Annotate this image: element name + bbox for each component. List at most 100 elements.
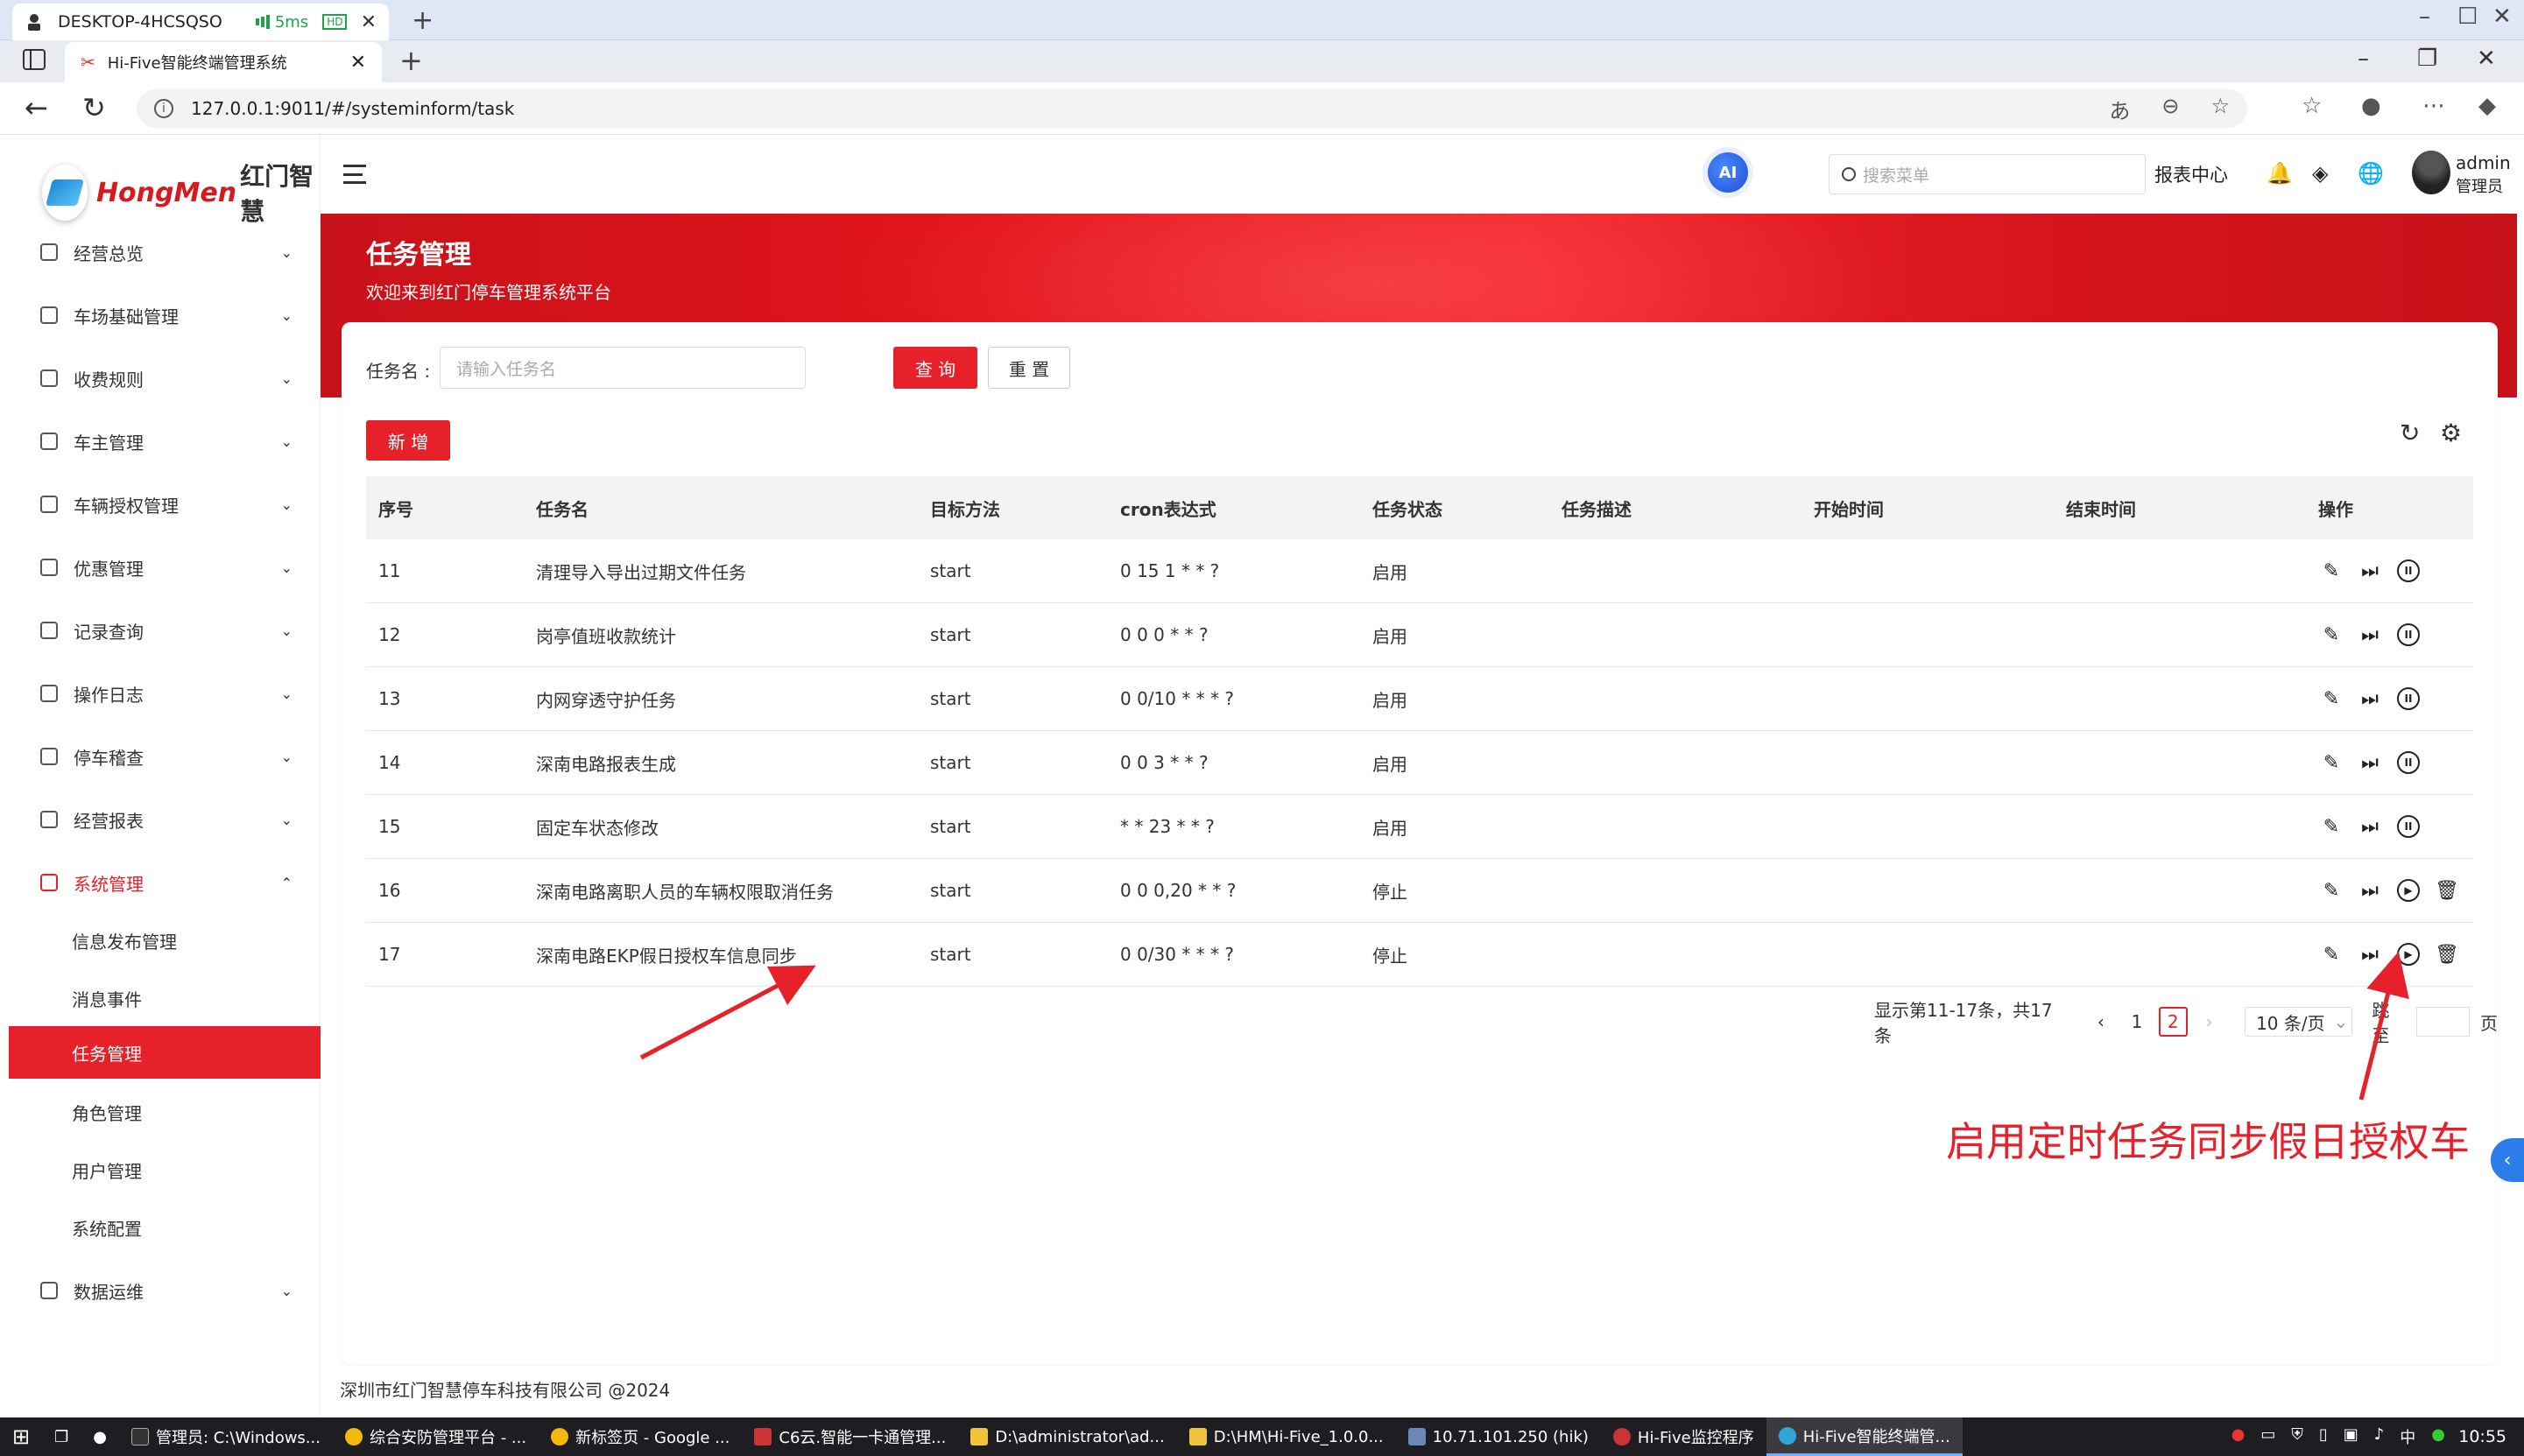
- minimize-icon[interactable]: –: [2419, 4, 2430, 30]
- theme-icon[interactable]: ◈: [2312, 161, 2328, 186]
- edit-icon[interactable]: ✎: [2320, 559, 2343, 582]
- remote-session-tab[interactable]: DESKTOP-4HCSQSO 5ms HD ✕: [12, 4, 389, 40]
- start-button[interactable]: ⊞: [0, 1417, 42, 1456]
- sidebar-item-parking-basics[interactable]: 车场基础管理 ⌄: [0, 284, 321, 347]
- sidebar-item-business-overview[interactable]: 经营总览 ⌄: [0, 221, 321, 284]
- prev-page-icon[interactable]: ‹: [2086, 1007, 2115, 1037]
- taskbar-item-folder-admin[interactable]: D:\administrator\ad...: [958, 1417, 1176, 1456]
- edit-icon[interactable]: ✎: [2320, 943, 2343, 966]
- taskbar-item-chrome[interactable]: 新标签页 - Google ...: [539, 1417, 742, 1456]
- tray-usb-icon[interactable]: ▯: [2319, 1425, 2328, 1448]
- brand-logo[interactable]: HongMen 红门智慧: [42, 158, 320, 228]
- pause-icon[interactable]: II: [2397, 751, 2420, 774]
- pause-icon[interactable]: II: [2397, 815, 2420, 838]
- trash-icon[interactable]: 🗑: [2435, 943, 2459, 966]
- jump-page-input[interactable]: [2416, 1007, 2471, 1037]
- close-remote-tab-icon[interactable]: ✕: [361, 11, 377, 33]
- task-view-icon[interactable]: ❐: [42, 1417, 81, 1456]
- close-window-icon[interactable]: ✕: [2492, 4, 2512, 30]
- sidebar-item-parking-audit[interactable]: 停车稽查 ⌄: [0, 725, 321, 788]
- taskbar-item-security-platform[interactable]: 综合安防管理平台 - ...: [333, 1417, 539, 1456]
- run-once-icon[interactable]: ⏭: [2358, 943, 2381, 966]
- run-once-icon[interactable]: ⏭: [2358, 559, 2381, 582]
- pause-icon[interactable]: II: [2397, 559, 2420, 582]
- trash-icon[interactable]: 🗑: [2435, 879, 2459, 902]
- run-once-icon[interactable]: ⏭: [2358, 815, 2381, 838]
- translate-icon[interactable]: あ: [2109, 94, 2130, 124]
- play-icon[interactable]: ▶: [2397, 943, 2420, 966]
- sidebar-subitem-user-management[interactable]: 用户管理: [9, 1143, 321, 1196]
- reader-icon[interactable]: ⊖: [2161, 94, 2179, 124]
- taskbar-item-cmd[interactable]: 管理员: C:\Windows...: [119, 1417, 333, 1456]
- reload-icon[interactable]: ↻: [82, 91, 106, 124]
- close-tab-icon[interactable]: ✕: [350, 52, 366, 74]
- new-remote-tab-icon[interactable]: +: [412, 5, 434, 36]
- browser-restore-icon[interactable]: ❐: [2417, 46, 2437, 72]
- more-icon[interactable]: ⋯: [2422, 93, 2445, 119]
- next-page-icon[interactable]: ›: [2195, 1007, 2224, 1037]
- browser-tab-active[interactable]: ✂ Hi-Five智能终端管理系统 ✕: [65, 42, 382, 82]
- pause-icon[interactable]: II: [2397, 623, 2420, 646]
- bell-icon[interactable]: 🔔: [2267, 161, 2293, 186]
- favorite-star-icon[interactable]: ☆: [2210, 94, 2230, 124]
- browser-close-icon[interactable]: ✕: [2477, 46, 2496, 72]
- play-icon[interactable]: ▶: [2397, 879, 2420, 902]
- edit-icon[interactable]: ✎: [2320, 687, 2343, 710]
- back-icon[interactable]: ←: [25, 91, 48, 124]
- report-center-link[interactable]: 报表中心: [2154, 161, 2228, 187]
- favorites-icon[interactable]: ☆: [2302, 93, 2322, 119]
- run-once-icon[interactable]: ⏭: [2358, 751, 2381, 774]
- taskbar-item-folder-hifive[interactable]: D:\HM\Hi-Five_1.0.0...: [1177, 1417, 1396, 1456]
- user-info[interactable]: admin 管理员: [2456, 151, 2511, 200]
- avatar[interactable]: [2412, 151, 2450, 194]
- taskbar-clock[interactable]: 10:55: [2458, 1427, 2506, 1446]
- sidebar-subitem-task-management[interactable]: 任务管理: [9, 1026, 321, 1079]
- edit-icon[interactable]: ✎: [2320, 815, 2343, 838]
- url-field[interactable]: i 127.0.0.1:9011/#/systeminform/task あ ⊖…: [137, 89, 2247, 128]
- page-2-button[interactable]: 2: [2158, 1007, 2188, 1037]
- taskbar-item-hifive-monitor[interactable]: Hi-Five监控程序: [1601, 1417, 1766, 1456]
- profile-icon[interactable]: ●: [2361, 93, 2381, 119]
- page-size-select[interactable]: 10 条/页 ⌄: [2245, 1007, 2353, 1037]
- sidebar-item-fee-rules[interactable]: 收费规则 ⌄: [0, 347, 321, 410]
- settings-gear-icon[interactable]: ⚙: [2440, 419, 2462, 447]
- sidebar-item-business-report[interactable]: 经营报表 ⌄: [0, 788, 321, 851]
- browser-minimize-icon[interactable]: –: [2358, 46, 2369, 72]
- remote-app-icon[interactable]: ●: [81, 1417, 119, 1456]
- add-task-button[interactable]: 新 增: [366, 420, 450, 461]
- site-info-icon[interactable]: i: [154, 99, 173, 118]
- sidebar-item-data-ops[interactable]: 数据运维 ⌄: [0, 1259, 321, 1322]
- tray-app-icon[interactable]: ●: [2231, 1425, 2246, 1448]
- sidebar-item-record-query[interactable]: 记录查询 ⌄: [0, 599, 321, 662]
- tray-shield-icon[interactable]: ⛨: [2291, 1425, 2303, 1448]
- tray-display-icon[interactable]: ▣: [2344, 1425, 2358, 1448]
- edit-icon[interactable]: ✎: [2320, 623, 2343, 646]
- sidebar-item-system-management[interactable]: 系统管理 ⌃: [0, 851, 321, 914]
- edit-icon[interactable]: ✎: [2320, 879, 2343, 902]
- query-button[interactable]: 查 询: [893, 347, 977, 389]
- sidebar-item-owner-management[interactable]: 车主管理 ⌄: [0, 410, 321, 473]
- tray-volume-icon[interactable]: ♪: [2374, 1425, 2385, 1448]
- reset-button[interactable]: 重 置: [988, 347, 1070, 389]
- edit-icon[interactable]: ✎: [2320, 751, 2343, 774]
- pause-icon[interactable]: II: [2397, 687, 2420, 710]
- menu-search-input[interactable]: 搜索菜单: [1829, 154, 2146, 194]
- maximize-icon[interactable]: ☐: [2457, 4, 2478, 30]
- sidebar-subitem-message-events[interactable]: 消息事件: [9, 972, 321, 1024]
- menu-toggle-icon[interactable]: [343, 165, 366, 184]
- new-tab-icon[interactable]: +: [399, 44, 423, 77]
- page-1-button[interactable]: 1: [2122, 1007, 2151, 1037]
- language-icon[interactable]: 🌐: [2358, 161, 2384, 186]
- sidebar-item-vehicle-authorization[interactable]: 车辆授权管理 ⌄: [0, 473, 321, 536]
- taskbar-item-c6cloud[interactable]: C6云.智能一卡通管理...: [742, 1417, 958, 1456]
- copilot-icon[interactable]: ◆: [2478, 93, 2496, 119]
- tray-network-icon[interactable]: ▭: [2260, 1425, 2275, 1448]
- ai-assistant-icon[interactable]: AI: [1708, 152, 1748, 193]
- refresh-icon[interactable]: ↻: [2400, 419, 2420, 447]
- taskbar-item-hifive-browser[interactable]: Hi-Five智能终端管...: [1766, 1417, 1963, 1456]
- sidebar-item-discount[interactable]: 优惠管理 ⌄: [0, 536, 321, 599]
- ime-indicator[interactable]: 中: [2400, 1425, 2415, 1448]
- sidebar-subitem-system-config[interactable]: 系统配置: [9, 1201, 321, 1254]
- tab-actions-icon[interactable]: [23, 49, 46, 70]
- tray-wechat-icon[interactable]: ●: [2431, 1425, 2445, 1448]
